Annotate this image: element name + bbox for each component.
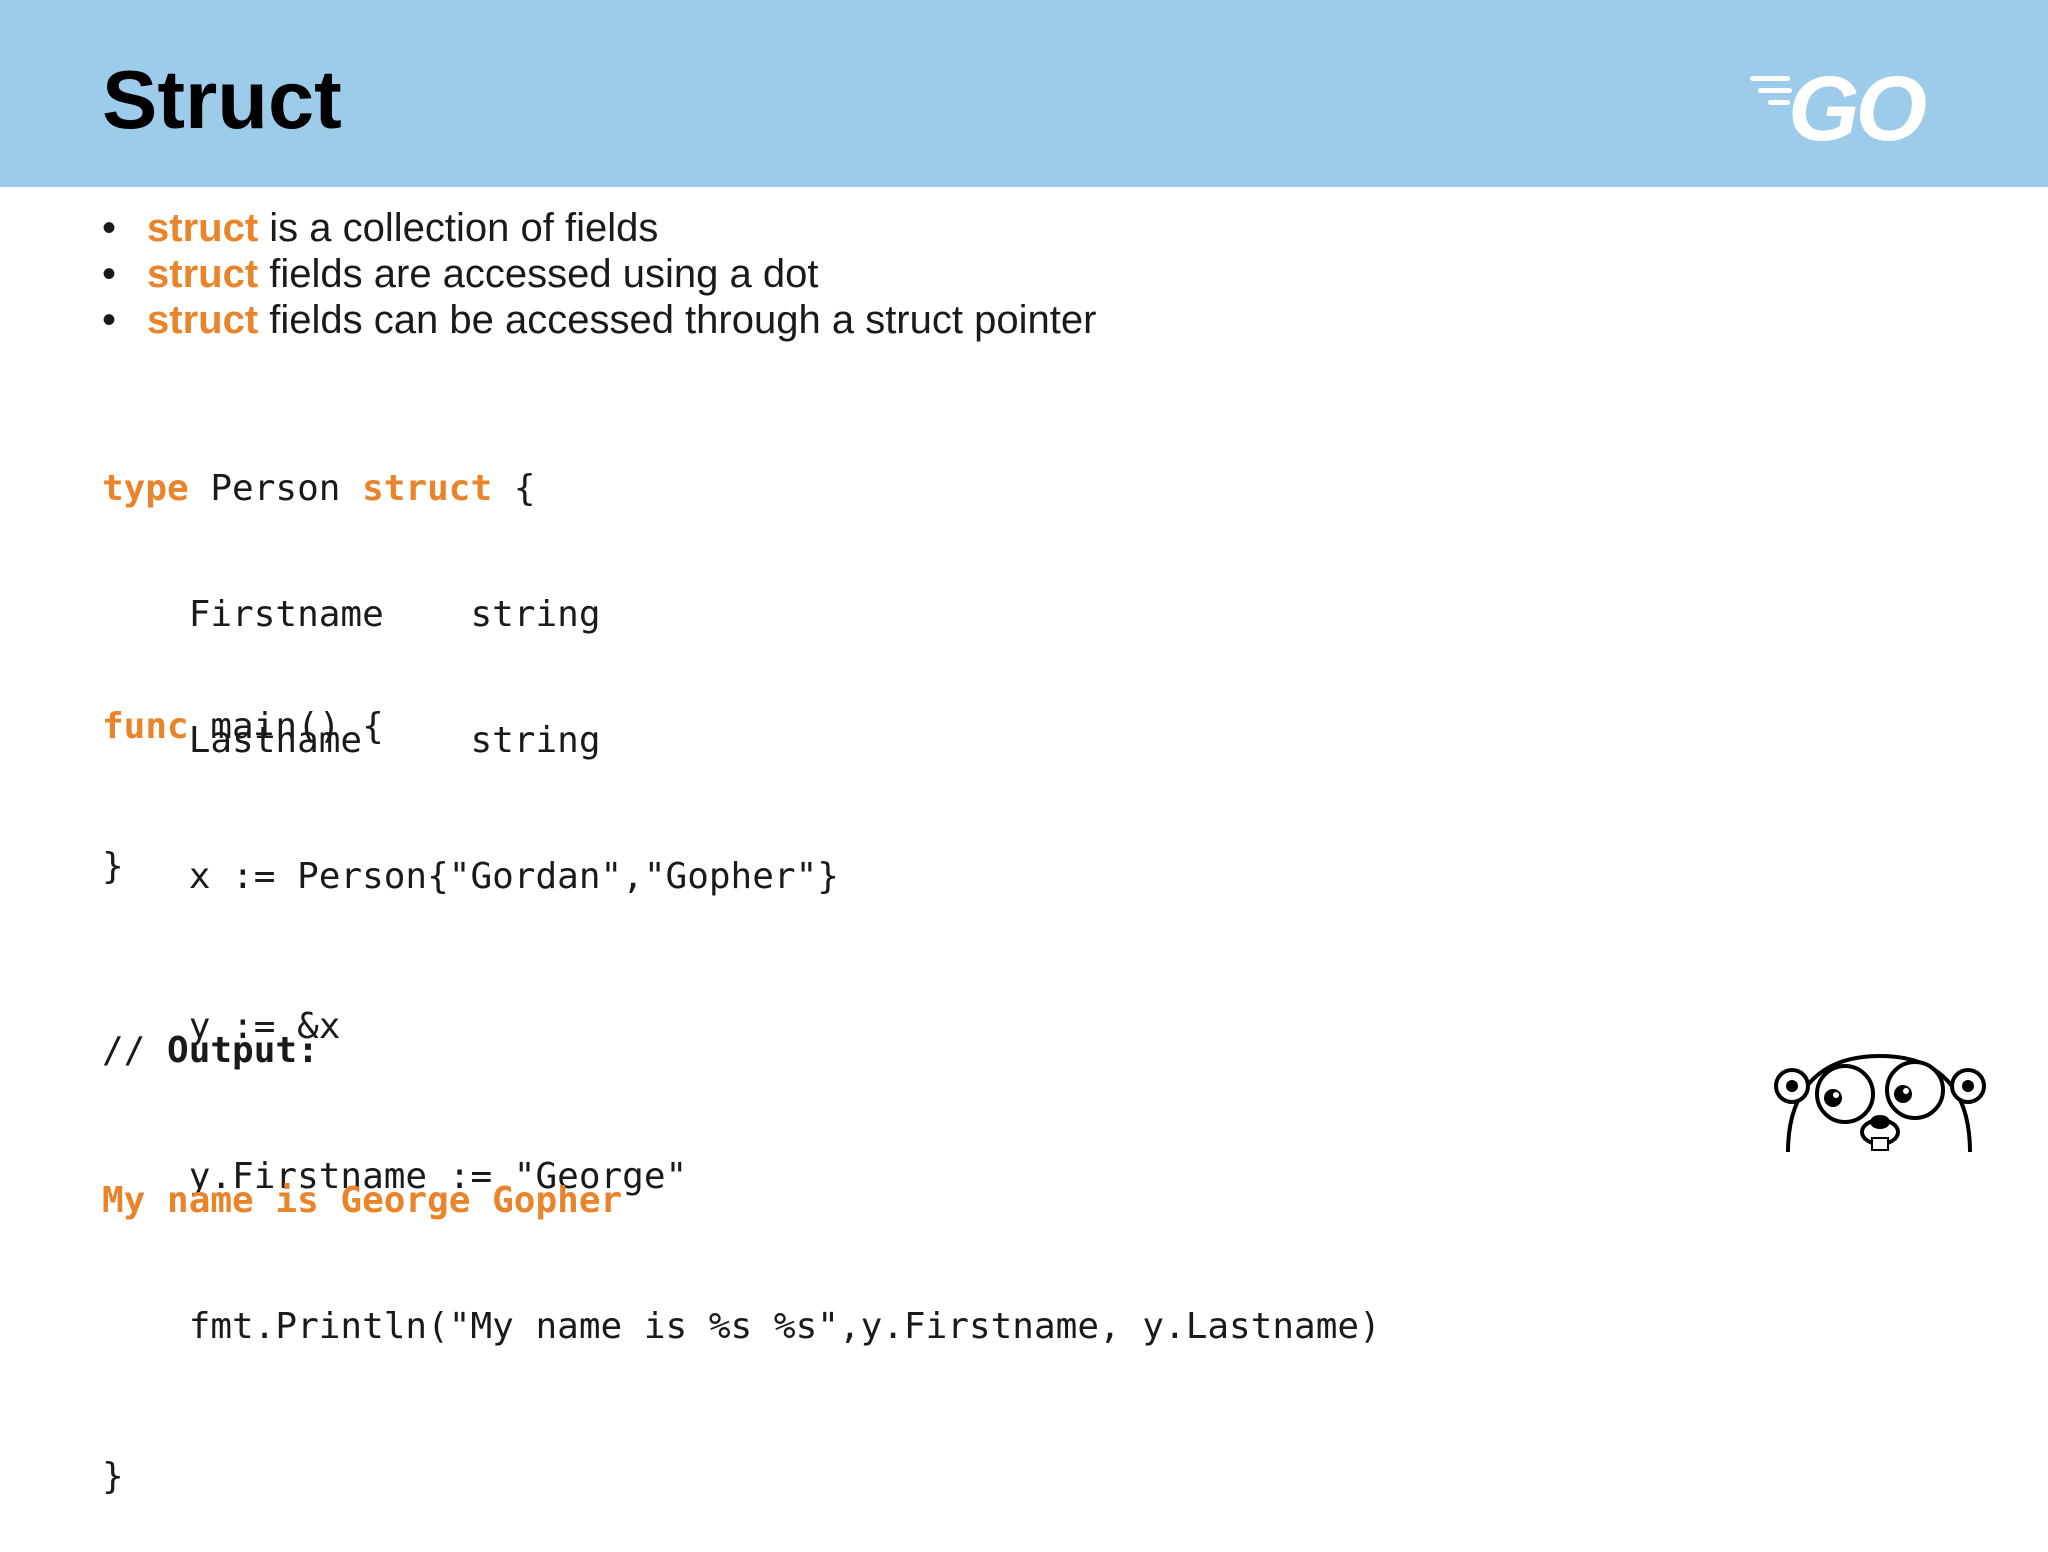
go-logo-icon: GO [1750, 60, 1931, 150]
bullet-dot: • [102, 252, 117, 296]
list-item: • struct fields can be accessed through a… [102, 297, 1096, 343]
bullet-dot: • [102, 298, 117, 342]
code-text: { [492, 468, 536, 509]
comment-label: Output: [167, 1030, 319, 1071]
list-item: • struct fields are accessed using a dot [102, 251, 1096, 297]
code-line: } [102, 1456, 124, 1497]
bullet-dot: • [102, 206, 117, 250]
code-keyword: struct [362, 468, 493, 509]
gopher-mascot-icon [1774, 1053, 1986, 1152]
bullet-keyword: struct [147, 298, 259, 342]
list-item: • struct is a collection of fields [102, 205, 1096, 251]
code-text: Person [188, 468, 363, 509]
bullet-text: fields are accessed using a dot [258, 252, 819, 296]
slide-header: Struct GO [0, 0, 2048, 187]
comment-prefix: // [102, 1030, 168, 1071]
code-line: type Person struct { [102, 468, 601, 510]
output-result: My name is George Gopher [102, 1180, 623, 1221]
code-keyword: type [102, 468, 189, 509]
output-block: // Output: My name is George Gopher [102, 926, 622, 1276]
bullet-keyword: struct [147, 206, 259, 250]
bullet-list: • struct is a collection of fields • struc… [102, 205, 1096, 343]
bullet-text: fields can be accessed through a struct … [258, 298, 1097, 342]
code-keyword: func [102, 706, 189, 747]
svg-text:GO: GO [1788, 60, 1927, 150]
bullet-keyword: struct [147, 252, 259, 296]
code-line: fmt.Println("My name is %s %s",y.Firstna… [102, 1306, 1381, 1347]
code-line: func main() { [102, 702, 1381, 752]
code-line: x := Person{"Gordan","Gopher"} [102, 856, 839, 897]
output-comment: // Output: [102, 1026, 622, 1076]
code-text: main() { [188, 706, 384, 747]
slide-title: Struct [102, 53, 342, 146]
bullet-text: is a collection of fields [258, 206, 659, 250]
